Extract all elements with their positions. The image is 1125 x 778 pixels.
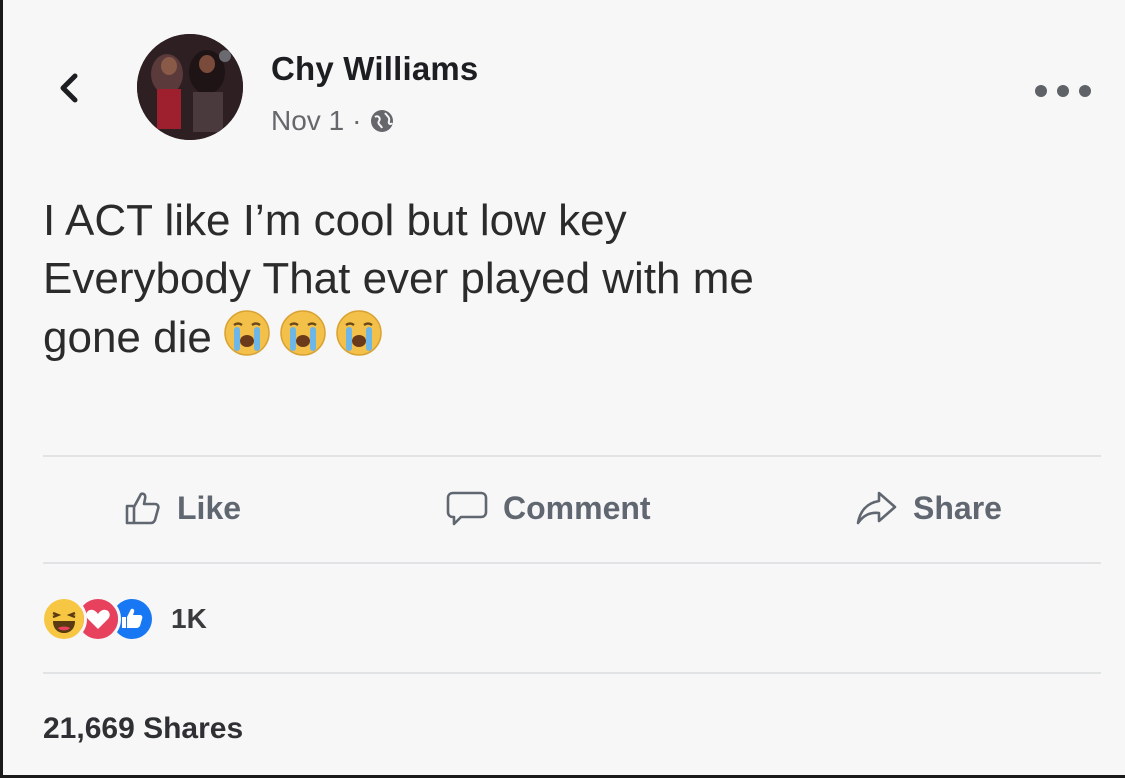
avatar[interactable] [137,34,243,140]
share-button[interactable]: Share [855,488,1002,528]
post-meta: Nov 1 · [271,105,395,137]
back-chevron-icon[interactable] [51,70,87,106]
loudly-crying-face-icon [278,308,328,373]
share-arrow-icon [855,488,899,528]
share-label: Share [913,489,1002,526]
globe-icon [369,108,395,134]
action-bar: Like Comment Share [3,470,1125,554]
dot [1057,85,1069,97]
loudly-crying-face-icon [334,308,384,373]
post-body: I ACT like I’m cool but low key Everybod… [43,192,1093,373]
share-count[interactable]: 21,669 Shares [43,712,243,746]
thumbs-up-icon [123,488,163,528]
loudly-crying-face-icon [222,308,272,373]
more-options-icon[interactable] [1035,80,1091,102]
post-text-line: I ACT like I’m cool but low key [43,196,627,245]
reaction-count: 1K [171,603,207,634]
post-text-line: gone die [43,313,212,362]
dot [1035,85,1047,97]
divider [43,562,1101,564]
facebook-post-card: Chy Williams Nov 1 · I ACT like I’m cool… [0,0,1125,778]
divider [43,455,1101,457]
comment-button[interactable]: Comment [445,488,651,528]
post-date[interactable]: Nov 1 [271,105,344,137]
post-text-line-last: gone die [43,308,1093,373]
haha-reaction-icon [41,596,87,642]
comment-bubble-icon [445,488,489,528]
comment-label: Comment [503,489,651,526]
like-label: Like [177,489,242,526]
like-button[interactable]: Like [123,488,241,528]
divider [43,672,1101,674]
reaction-summary[interactable]: 1K [41,596,207,642]
emoji-group [222,308,384,373]
dot [1079,85,1091,97]
meta-separator: · [352,105,362,136]
post-header: Chy Williams Nov 1 · [3,0,1125,160]
post-text-line: Everybody That ever played with me [43,254,754,303]
author-name[interactable]: Chy Williams [271,50,479,88]
